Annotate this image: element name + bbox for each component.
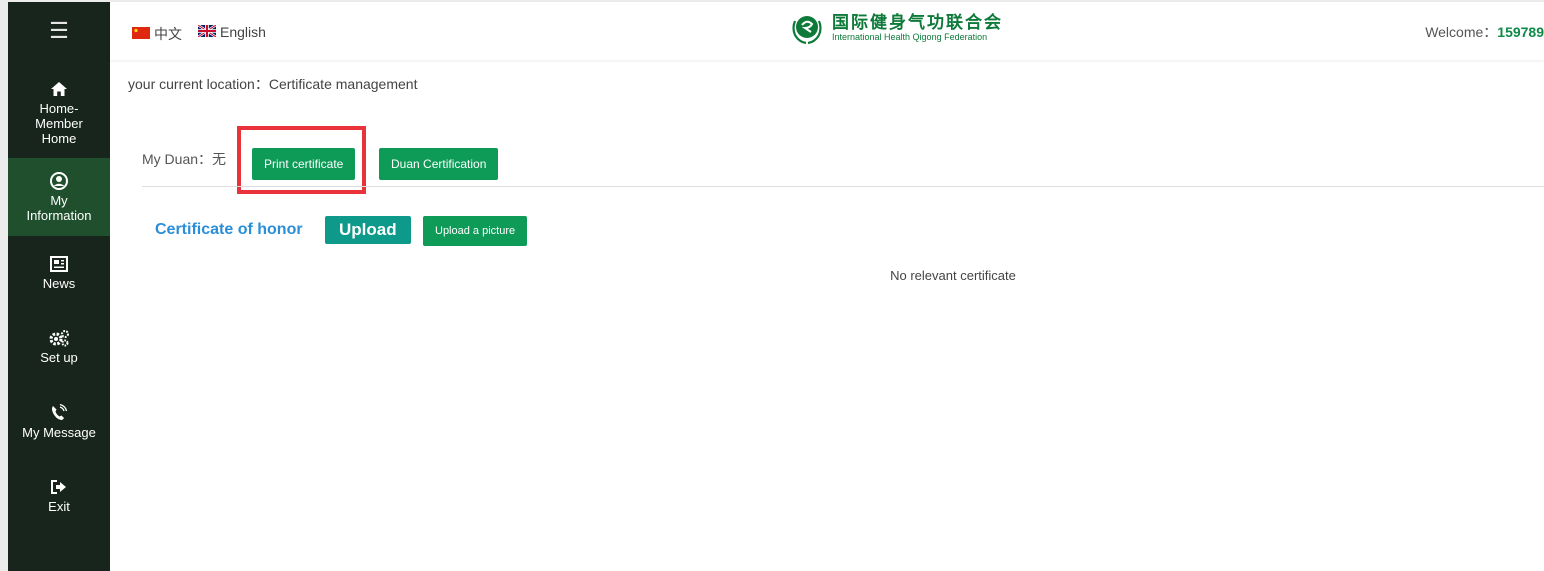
sidebar-item-label: News xyxy=(42,275,76,291)
duan-row: My Duan：无 xyxy=(142,149,226,169)
user-id: 159789 xyxy=(1497,24,1544,40)
welcome-label: Welcome： xyxy=(1425,24,1498,40)
sidebar-item-set-up[interactable]: Set up xyxy=(8,320,110,372)
app-frame: ☰ Home- Member Home My Information News … xyxy=(8,2,1544,571)
user-circle-icon xyxy=(50,171,68,191)
print-certificate-button[interactable]: Print certificate xyxy=(252,148,356,180)
sidebar-item-label: Set up xyxy=(40,349,78,365)
language-english-label: English xyxy=(220,24,266,40)
hamburger-icon[interactable]: ☰ xyxy=(8,2,110,60)
section-divider xyxy=(142,186,1544,187)
sidebar-item-my-information[interactable]: My Information xyxy=(8,158,110,236)
china-flag-icon xyxy=(132,26,150,42)
sidebar-item-label: My Information xyxy=(26,193,92,223)
top-header: 中文 English 国际健身气功联合会 International Healt… xyxy=(110,2,1544,60)
sidebar-item-home[interactable]: Home- Member Home xyxy=(8,72,110,152)
sidebar-item-exit[interactable]: Exit xyxy=(8,470,110,520)
language-chinese-label: 中文 xyxy=(154,26,182,42)
sidebar-item-label: Home- Member Home xyxy=(35,100,83,146)
language-english-link[interactable]: English xyxy=(197,24,266,40)
my-duan-label: My Duan：无 xyxy=(142,151,227,167)
welcome-message: Welcome：159789 xyxy=(1425,22,1544,42)
logo-chinese-name: 国际健身气功联合会 xyxy=(832,13,1003,32)
federation-logo: 国际健身气功联合会 International Health Qigong Fe… xyxy=(790,11,1003,45)
sidebar-item-news[interactable]: News xyxy=(8,247,110,297)
newspaper-icon xyxy=(50,254,68,274)
upload-button[interactable]: Upload xyxy=(325,216,411,244)
uk-flag-icon xyxy=(197,24,217,40)
sidebar-item-label: Exit xyxy=(48,498,70,514)
certificate-of-honor-title: Certificate of honor xyxy=(155,221,303,238)
sign-out-icon xyxy=(51,477,67,497)
home-icon xyxy=(51,79,67,99)
sidebar-item-label: My Message xyxy=(22,424,96,440)
sidebar: ☰ Home- Member Home My Information News … xyxy=(8,2,110,571)
duan-certification-button[interactable]: Duan Certification xyxy=(379,148,499,180)
upload-picture-button[interactable]: Upload a picture xyxy=(423,216,528,246)
gears-icon xyxy=(48,328,70,348)
empty-state-message: No relevant certificate xyxy=(890,268,1016,283)
logo-english-name: International Health Qigong Federation xyxy=(832,32,988,42)
language-chinese-link[interactable]: 中文 xyxy=(132,24,182,44)
federation-emblem-icon xyxy=(792,16,822,45)
breadcrumb: your current location：Certificate manage… xyxy=(128,76,418,92)
sidebar-item-my-message[interactable]: My Message xyxy=(8,395,110,447)
phone-ringing-icon xyxy=(50,403,68,423)
